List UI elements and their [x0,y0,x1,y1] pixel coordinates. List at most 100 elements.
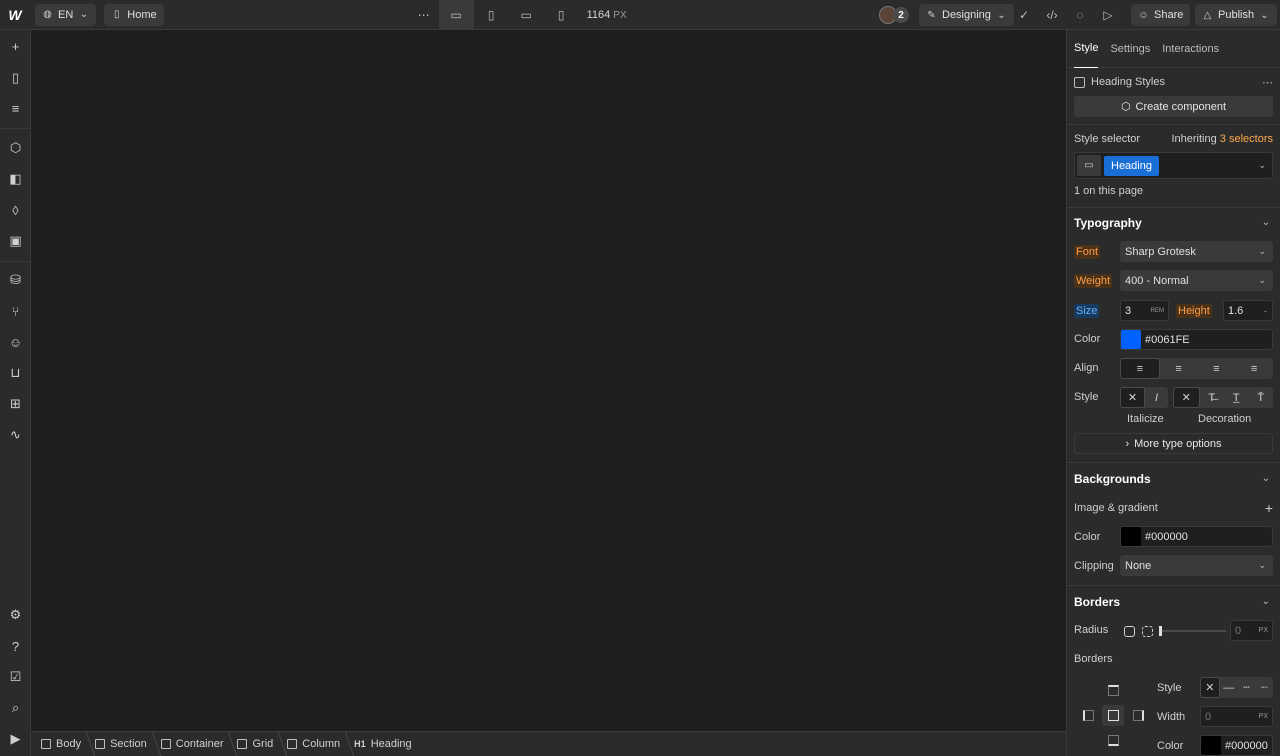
color-swatch[interactable] [1121,527,1141,546]
align-center-icon[interactable]: ≡ [1160,358,1198,379]
border-width-unit[interactable]: PX [1259,713,1268,720]
design-canvas[interactable] [31,30,1066,731]
apps-icon[interactable]: ⊞ [0,393,31,415]
logic-icon[interactable]: ⑂ [0,300,31,322]
style-selectors-icon[interactable]: ◧ [0,168,31,190]
style-selector-input[interactable]: ▭ Heading ⌄ [1074,152,1273,179]
help-icon[interactable]: ? [0,635,31,657]
publish-button[interactable]: △ Publish ⌄ [1195,4,1278,26]
tab-style[interactable]: Style [1074,30,1099,68]
check-circle-icon[interactable]: ✓ [1009,0,1039,30]
audit-check-icon[interactable]: ☑ [0,666,31,688]
assets-icon[interactable]: ▣ [0,230,31,252]
solid-line-icon[interactable]: — [1220,677,1238,698]
style-selector-header: Style selector Inheriting 3 selectors [1074,132,1273,146]
users-icon[interactable]: ☺ [0,331,31,353]
desktop-breakpoint-icon[interactable]: ▭ [438,0,474,30]
search-icon[interactable]: ⌕ [0,697,31,719]
more-options-icon[interactable]: ⋯ [409,0,439,30]
share-button[interactable]: ☺ Share [1131,4,1191,26]
chevron-down-icon[interactable]: ⌄ [1262,596,1270,607]
strikethrough-icon[interactable]: T̶ [1200,387,1225,408]
no-decoration-x-icon[interactable]: ✕ [1173,387,1200,408]
breadcrumb-section[interactable]: Section [95,738,161,750]
color-swatch[interactable] [1201,736,1221,755]
align-justify-icon[interactable]: ≡ [1235,358,1273,379]
cms-icon[interactable]: ⛁ [0,269,31,291]
border-top-icon[interactable] [1108,685,1119,696]
checkbox-icon[interactable] [1074,76,1085,88]
preview-play-icon[interactable]: ▷ [1093,0,1123,30]
no-border-x-icon[interactable]: ✕ [1200,677,1220,698]
border-bottom-icon[interactable] [1108,735,1119,746]
border-width-input[interactable]: 0 PX [1200,706,1273,727]
analytics-icon[interactable]: ∿ [0,424,31,446]
bg-color-input[interactable]: #000000 [1120,526,1273,547]
radius-slider[interactable] [1159,626,1226,636]
variables-icon[interactable]: ◊ [0,199,31,221]
border-left-icon[interactable] [1083,710,1094,721]
borders-title[interactable]: Borders [1074,595,1120,609]
inheriting-info[interactable]: Inheriting 3 selectors [1171,133,1273,145]
radius-unit[interactable]: PX [1259,627,1268,634]
collaborators[interactable]: 2 [879,6,909,24]
webflow-logo-icon[interactable]: W [0,0,30,30]
divider [1067,462,1280,463]
tab-interactions[interactable]: Interactions [1162,30,1219,68]
chevron-down-icon[interactable]: ⌄ [1262,473,1270,484]
underline-icon[interactable]: T̲ [1224,387,1249,408]
border-right-icon[interactable] [1133,710,1144,721]
border-all-icon[interactable] [1102,705,1124,726]
ecommerce-icon[interactable]: ⊔ [0,362,31,384]
components-icon[interactable]: ⬡ [0,137,31,159]
breadcrumb-body[interactable]: Body [41,738,95,750]
size-unit[interactable]: REM [1151,308,1164,314]
size-input[interactable]: 3 REM [1120,300,1169,321]
breadcrumb-heading[interactable]: H1 Heading [354,738,426,750]
video-tutorials-icon[interactable]: ▶ [0,728,31,750]
color-swatch[interactable] [1121,330,1141,349]
navigator-icon[interactable]: ≡ [0,97,31,119]
weight-select[interactable]: 400 - Normal ⌄ [1120,270,1273,291]
dashed-line-icon[interactable]: ┄ [1238,677,1256,698]
no-italic-x-icon[interactable]: ✕ [1120,387,1145,408]
tablet-breakpoint-icon[interactable]: ▯ [474,0,509,30]
language-selector[interactable]: ◍ EN ⌄ [35,3,97,26]
clipping-select[interactable]: None ⌄ [1120,555,1273,576]
mobile-landscape-breakpoint-icon[interactable]: ▭ [509,0,544,30]
comment-icon[interactable]: ◌ [1065,0,1095,30]
radius-slider-handle[interactable] [1159,626,1162,636]
align-right-icon[interactable]: ≡ [1198,358,1236,379]
typography-title[interactable]: Typography [1074,216,1142,230]
create-component-button[interactable]: ⬡ Create component [1074,96,1273,117]
italic-icon[interactable]: I [1145,387,1168,408]
align-left-icon[interactable]: ≡ [1120,358,1160,379]
dotted-line-icon[interactable]: ┈ [1255,677,1273,698]
add-elements-icon[interactable]: + [0,35,31,57]
font-select[interactable]: Sharp Grotesk ⌄ [1120,241,1273,262]
overline-icon[interactable]: T̄ [1249,387,1274,408]
radius-input[interactable]: 0 PX [1230,620,1273,641]
chevron-down-icon[interactable]: ⌄ [1262,217,1270,228]
pages-icon[interactable]: ▯ [0,67,31,89]
backgrounds-title[interactable]: Backgrounds [1074,472,1151,486]
border-color-input[interactable]: #000000 [1200,735,1273,756]
radius-all-icon[interactable] [1124,626,1135,637]
tab-settings[interactable]: Settings [1110,30,1150,68]
add-icon[interactable]: + [1265,500,1273,516]
radius-individual-icon[interactable] [1142,626,1153,637]
page-selector[interactable]: ▯ Home [104,3,164,26]
more-icon[interactable]: ⋯ [1262,76,1273,89]
code-icon[interactable]: ‹/› [1037,0,1067,30]
line-height-unit[interactable]: - [1264,306,1267,316]
text-color-input[interactable]: #0061FE [1120,329,1273,350]
breadcrumb-container[interactable]: Container [160,738,238,750]
selector-chip[interactable]: Heading [1104,155,1159,176]
breadcrumb-column[interactable]: Column [287,738,354,750]
breadcrumb-grid[interactable]: Grid [237,738,287,750]
line-height-input[interactable]: 1.6 - [1223,300,1273,321]
mode-selector[interactable]: ✎ Designing ⌄ [919,4,1014,26]
settings-gear-icon[interactable]: ⚙ [0,604,31,626]
more-type-options-button[interactable]: › More type options [1074,433,1273,454]
mobile-portrait-breakpoint-icon[interactable]: ▯ [544,0,579,30]
